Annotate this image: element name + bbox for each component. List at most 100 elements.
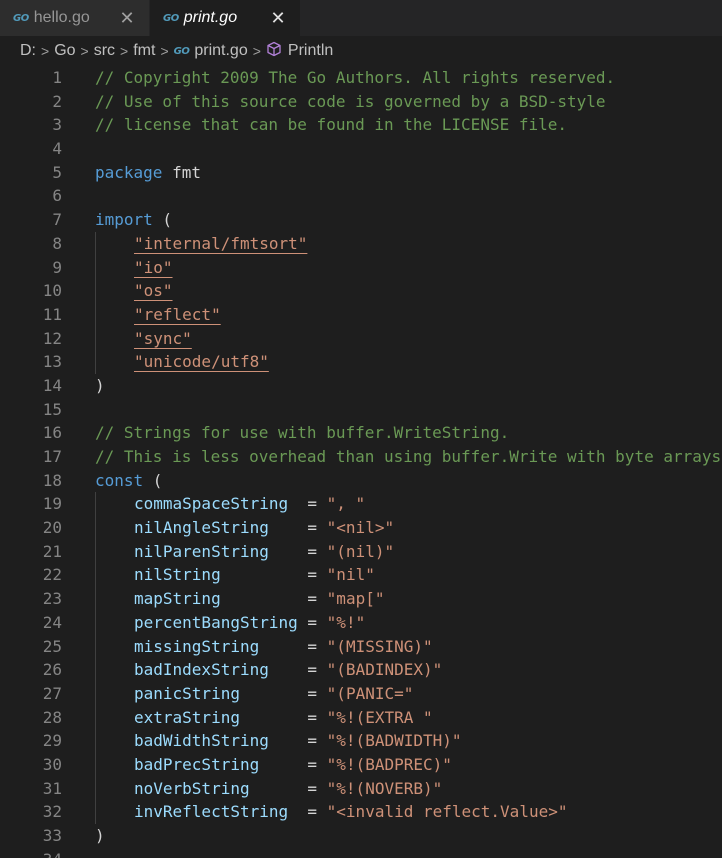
code-text: import ( [95, 208, 172, 232]
code-line[interactable]: 34 [0, 848, 722, 858]
line-number: 4 [52, 139, 62, 159]
punctuation-token: = [297, 612, 327, 632]
code-line[interactable]: 20 nilAngleString = "<nil>" [0, 516, 722, 540]
code-line[interactable]: 21 nilParenString = "(nil)" [0, 539, 722, 564]
line-number: 12 [42, 328, 62, 348]
code-line[interactable]: 17 // This is less overhead than using bu… [0, 445, 722, 469]
code-text: // license that can be found in the LICE… [95, 113, 567, 137]
code-editor[interactable]: 1 // Copyright 2009 The Go Authors. All r… [0, 66, 722, 858]
identifier-token: extraString [134, 707, 240, 727]
line-number: 23 [42, 589, 62, 609]
identifier-token: noVerbString [134, 778, 250, 798]
code-line[interactable]: 2 // Use of this source code is governed … [0, 90, 722, 114]
code-line[interactable]: 33) [0, 824, 722, 848]
line-number: 27 [42, 683, 62, 703]
punctuation-token: = [239, 683, 327, 703]
punctuation-token: = [259, 754, 327, 774]
line-number: 6 [52, 186, 62, 206]
identifier-token: percentBangString [134, 612, 298, 632]
line-number: 11 [42, 304, 62, 324]
tab-hello-go[interactable]: GO hello.go ✕ [0, 0, 150, 36]
identifier-token: badIndexString [134, 660, 269, 680]
punctuation-token: = [288, 802, 327, 822]
code-line[interactable]: 30 badPrecString = "%!(BADPREC)" [0, 752, 722, 777]
code-line[interactable]: 6 [0, 184, 722, 208]
indent-guide [95, 539, 96, 564]
code-text: "reflect" [134, 303, 221, 327]
code-line[interactable]: 28 extraString = "%!(EXTRA " [0, 705, 722, 730]
code-line[interactable]: 32 invReflectString = "<invalid reflect.V… [0, 800, 722, 824]
line-number: 33 [42, 826, 62, 845]
code-line[interactable]: 27 panicString = "(PANIC=" [0, 681, 722, 706]
punctuation-token: = [268, 541, 327, 561]
line-number: 34 [0, 848, 62, 858]
breadcrumb: D: > Go > src > fmt > GO print.go > Prin… [0, 36, 722, 66]
code-line[interactable]: 29 badWidthString = "%!(BADWIDTH)" [0, 729, 722, 753]
code-line[interactable]: 11 "reflect" [0, 302, 722, 327]
code-text: "internal/fmtsort" [134, 232, 307, 256]
close-icon[interactable]: ✕ [268, 8, 288, 28]
code-line[interactable]: 15 [0, 398, 722, 422]
breadcrumb-file[interactable]: print.go [194, 42, 247, 60]
breadcrumb-go[interactable]: Go [54, 42, 75, 60]
line-number: 9 [52, 257, 62, 277]
code-line[interactable]: 8 "internal/fmtsort" [0, 231, 722, 256]
code-line[interactable]: 5 package fmt [0, 161, 722, 185]
identifier-token: nilAngleString [134, 518, 269, 538]
breadcrumb-src[interactable]: src [94, 42, 115, 60]
code-line[interactable]: 12 "sync" [0, 326, 722, 351]
code-line[interactable]: 25 missingString = "(MISSING)" [0, 634, 722, 659]
breadcrumb-drive[interactable]: D: [20, 42, 36, 60]
code-line[interactable]: 7 import ( [0, 208, 722, 232]
breadcrumb-fmt[interactable]: fmt [133, 42, 155, 60]
tab-print-go[interactable]: GO print.go ✕ [150, 0, 300, 36]
string-token: "map[" [326, 589, 385, 609]
breadcrumb-symbol[interactable]: Println [288, 42, 333, 60]
code-line[interactable]: 23 mapString = "map[" [0, 587, 722, 611]
code-text: // Strings for use with buffer.WriteStri… [95, 421, 509, 445]
code-text: badPrecString = "%!(BADPREC)" [134, 753, 452, 777]
code-line[interactable]: 26 badIndexString = "(BADINDEX)" [0, 658, 722, 682]
code-line[interactable]: 16 // Strings for use with buffer.WriteSt… [0, 421, 722, 445]
close-icon[interactable]: ✕ [117, 8, 137, 28]
code-text: badIndexString = "(BADINDEX)" [134, 658, 442, 682]
code-line[interactable]: 10 "os" [0, 279, 722, 303]
string-token: "(nil)" [326, 541, 395, 561]
code-text: // Copyright 2009 The Go Authors. All ri… [95, 66, 615, 90]
string-token: "<nil>" [326, 518, 395, 538]
punctuation-token: = [288, 494, 327, 514]
identifier-token: missingString [134, 636, 260, 656]
punctuation-token: = [239, 707, 327, 727]
string-token: "(PANIC=" [326, 683, 414, 703]
code-line[interactable]: 4 [0, 137, 722, 161]
line-number: 7 [52, 210, 62, 230]
punctuation-token: = [249, 778, 327, 798]
code-line[interactable]: 14) [0, 374, 722, 398]
code-text: invReflectString = "<invalid reflect.Val… [134, 800, 567, 824]
code-text: "sync" [134, 327, 192, 351]
code-line[interactable]: 22 nilString = "nil" [0, 563, 722, 588]
code-line[interactable]: 1 // Copyright 2009 The Go Authors. All r… [0, 66, 722, 90]
punctuation-token: = [268, 731, 327, 751]
punctuation-token: = [268, 660, 327, 680]
indent-guide [95, 681, 96, 706]
code-line[interactable]: 31 noVerbString = "%!(NOVERB)" [0, 776, 722, 801]
string-token: "(BADINDEX)" [326, 660, 443, 680]
indent-guide [95, 634, 96, 659]
code-line[interactable]: 18 const ( [0, 469, 722, 493]
string-token: "nil" [326, 565, 375, 585]
code-line[interactable]: 13 "unicode/utf8" [0, 350, 722, 374]
punctuation-token: fmt [162, 162, 201, 182]
punctuation-token: ( [143, 470, 163, 490]
line-number: 30 [42, 754, 62, 774]
code-line[interactable]: 24 percentBangString = "%!" [0, 610, 722, 635]
indent-guide [95, 729, 96, 753]
code-line[interactable]: 9 "io" [0, 255, 722, 280]
code-line[interactable]: 19 commaSpaceString = ", " [0, 492, 722, 517]
string-token: "unicode/utf8" [134, 352, 269, 372]
indent-guide [95, 302, 96, 327]
code-text: mapString = "map[" [134, 587, 384, 611]
line-number: 5 [52, 162, 62, 182]
code-line[interactable]: 3 // license that can be found in the LIC… [0, 113, 722, 137]
keyword-token: package [95, 162, 163, 182]
